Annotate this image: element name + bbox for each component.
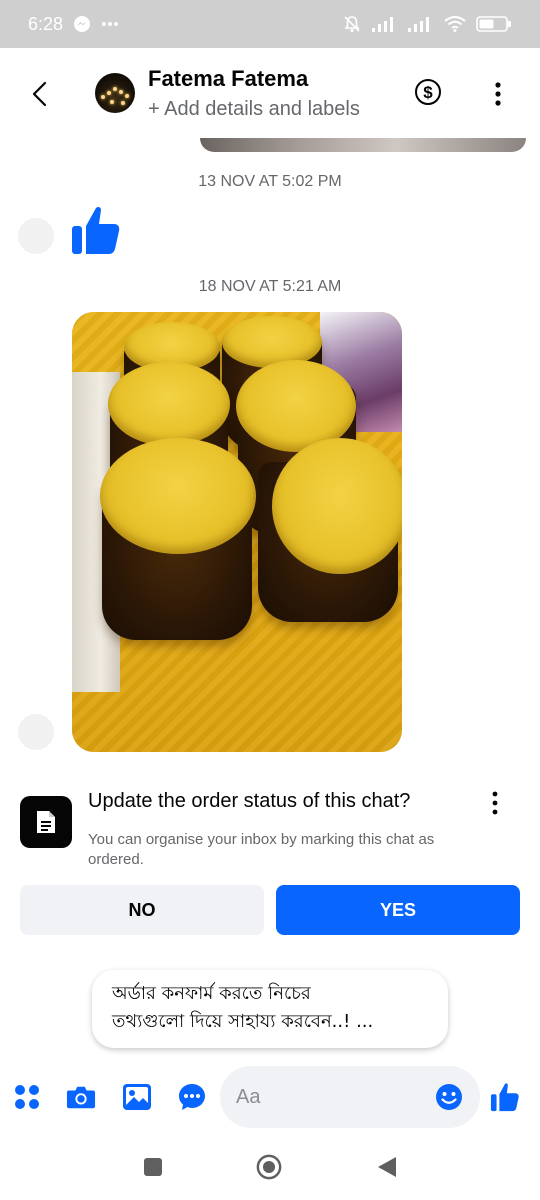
thumbs-up-icon — [72, 206, 120, 254]
back-button[interactable] — [24, 78, 56, 110]
more-vertical-icon — [492, 791, 498, 815]
battery-icon — [476, 16, 512, 32]
order-prompt-description: You can organise your inbox by marking t… — [88, 831, 435, 868]
home-button[interactable] — [256, 1154, 282, 1180]
dollar-icon: $ — [415, 79, 441, 105]
gallery-icon — [123, 1084, 151, 1110]
document-icon — [20, 796, 72, 848]
message-input-container — [220, 1066, 480, 1128]
svg-text:$: $ — [423, 83, 433, 102]
back-arrow-icon — [32, 81, 47, 107]
wifi-icon — [444, 16, 466, 32]
jar-lid — [100, 438, 256, 554]
order-prompt-more-button[interactable] — [484, 790, 506, 816]
status-bar: 6:28 — [0, 0, 540, 48]
signal-icon — [408, 16, 434, 32]
no-button[interactable]: NO — [20, 885, 264, 935]
yes-button[interactable]: YES — [276, 885, 520, 935]
square-icon — [144, 1158, 162, 1176]
home-circle-icon — [256, 1154, 282, 1180]
status-time: 6:28 — [28, 13, 64, 34]
payments-button[interactable]: $ — [414, 78, 442, 106]
emoji-button[interactable] — [434, 1082, 464, 1112]
message-input[interactable] — [236, 1066, 426, 1128]
message-timestamp: 18 NOV AT 5:21 AM — [198, 278, 342, 295]
contact-avatar[interactable] — [95, 73, 135, 113]
system-nav-bar — [0, 1134, 540, 1200]
suggested-reply[interactable]: অর্ডার কনফার্ম করতে নিচের তথ্যগুলো দিয়ে… — [92, 970, 448, 1048]
gallery-button[interactable] — [122, 1082, 152, 1112]
recents-button[interactable] — [140, 1154, 166, 1180]
camera-button[interactable] — [66, 1082, 96, 1112]
order-prompt-title: Update the order status of this chat? — [88, 790, 411, 812]
mute-icon — [342, 14, 362, 34]
triangle-back-icon — [378, 1157, 396, 1177]
message-composer — [0, 1064, 540, 1132]
chat-bubble-icon — [179, 1084, 205, 1110]
chat-bubble-button[interactable] — [177, 1082, 207, 1112]
messenger-icon — [73, 15, 91, 33]
more-options-button[interactable] — [486, 80, 510, 108]
sender-avatar — [18, 714, 54, 750]
jar-lid — [272, 438, 402, 574]
jar-lid — [108, 362, 230, 446]
message-timestamp: 13 NOV AT 5:02 PM — [198, 173, 342, 190]
menu-button[interactable] — [12, 1082, 42, 1112]
suggested-reply-line-2: তথ্যগুলো দিয়ে সাহায্য করবেন..! ... — [112, 1011, 374, 1032]
contact-name[interactable]: Fatema Fatema — [148, 66, 308, 92]
suggested-reply-line-1: অর্ডার কনফার্ম করতে নিচের — [112, 983, 311, 1004]
menu-grid-icon — [15, 1085, 39, 1109]
more-dots-icon — [101, 21, 119, 27]
previous-photo-message[interactable] — [200, 138, 526, 152]
add-details-link[interactable]: + Add details and labels — [148, 98, 360, 121]
order-status-prompt: Update the order status of this chat? Yo… — [0, 770, 540, 948]
more-vertical-icon — [495, 82, 501, 106]
camera-icon — [66, 1086, 96, 1109]
chat-header: Fatema Fatema + Add details and labels $ — [0, 48, 540, 140]
signal-icon — [372, 16, 398, 32]
like-message[interactable] — [70, 204, 122, 256]
emoji-icon — [436, 1084, 462, 1110]
send-like-button[interactable] — [490, 1082, 520, 1112]
photo-message[interactable] — [72, 312, 402, 752]
sender-avatar — [18, 218, 54, 254]
thumbs-up-icon — [490, 1083, 519, 1112]
back-nav-button[interactable] — [374, 1154, 400, 1180]
